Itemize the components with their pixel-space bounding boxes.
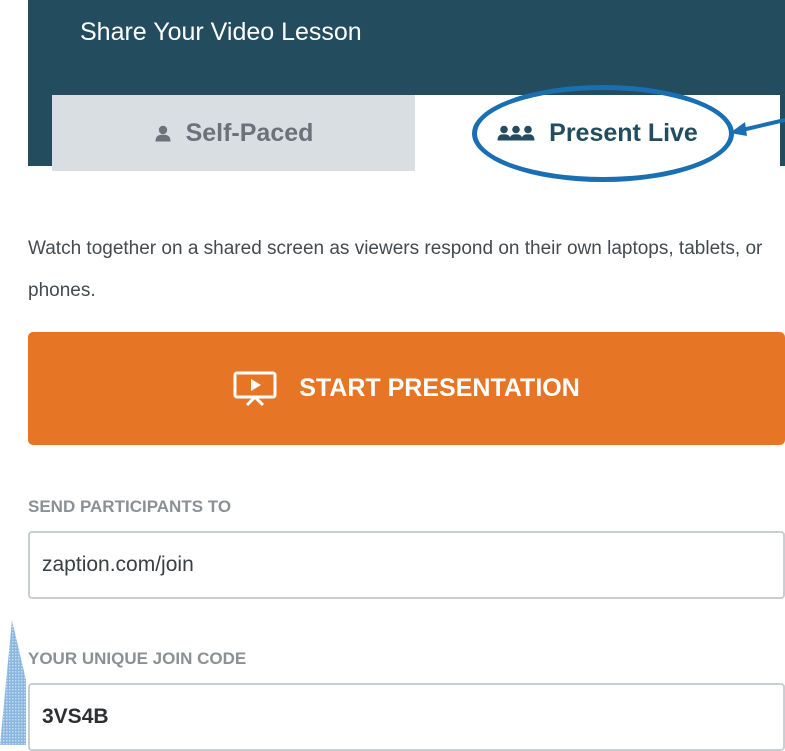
presentation-screen-icon (233, 371, 277, 407)
page-title: Share Your Video Lesson (80, 18, 362, 46)
user-icon (154, 124, 172, 142)
tab-self-paced-label: Self-Paced (185, 118, 314, 147)
tab-self-paced[interactable]: Self-Paced (52, 95, 415, 171)
description-text: Watch together on a shared screen as vie… (28, 238, 763, 301)
start-presentation-label: START PRESENTATION (299, 374, 580, 402)
tab-present-live-label: Present Live (549, 118, 698, 147)
annotation-callout-shape (0, 620, 26, 745)
tab-present-live[interactable]: Present Live (415, 95, 780, 171)
annotation-arrow-icon (730, 118, 785, 136)
start-presentation-button[interactable]: START PRESENTATION (28, 332, 785, 445)
send-participants-label: SEND PARTICIPANTS TO (28, 497, 232, 516)
join-code-field[interactable]: 3VS4B (28, 683, 785, 751)
group-icon (497, 124, 535, 142)
join-code-label: YOUR UNIQUE JOIN CODE (28, 649, 247, 668)
join-url-field[interactable]: zaption.com/join (28, 531, 785, 599)
